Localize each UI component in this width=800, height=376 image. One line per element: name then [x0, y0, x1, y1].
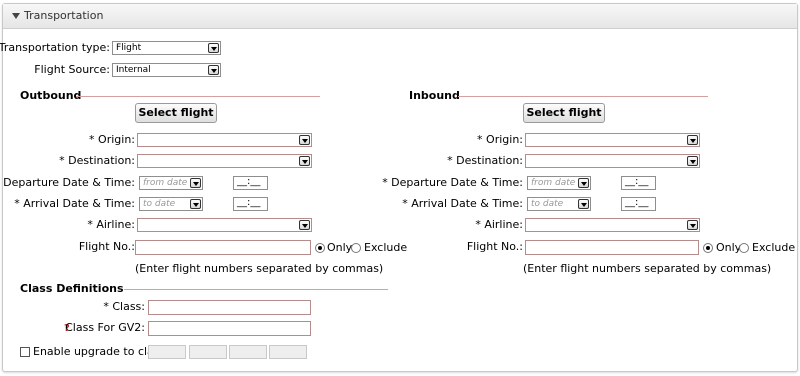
inbound-destination-label: * Destination: [447, 154, 523, 167]
collapse-triangle-icon[interactable] [12, 13, 20, 19]
outbound-arrival-date-placeholder: to date [143, 199, 176, 209]
chevron-down-icon[interactable] [687, 135, 698, 145]
inbound-only-radio[interactable] [703, 243, 713, 253]
outbound-flight-hint: (Enter flight numbers separated by comma… [135, 262, 384, 275]
inbound-only-label: Only [716, 241, 742, 254]
chevron-down-icon[interactable] [578, 178, 589, 188]
outbound-origin-select[interactable] [137, 133, 312, 147]
transport-type-select[interactable]: Flight [112, 41, 221, 55]
class-gv2-label: Class For GV2: [65, 321, 145, 334]
inbound-arrival-date-select[interactable]: to date [527, 197, 591, 211]
panel-header[interactable]: Transportation [3, 4, 797, 29]
inbound-airline-label: * Airline: [475, 218, 523, 231]
flight-source-value: Internal [116, 65, 151, 75]
outbound-section-title: Outbound [20, 89, 82, 102]
outbound-destination-select[interactable] [137, 154, 312, 168]
enable-upgrade-label: Enable upgrade to class [33, 345, 166, 358]
chevron-down-icon[interactable] [208, 65, 219, 75]
inbound-flight-hint: (Enter flight numbers separated by comma… [523, 262, 772, 275]
inbound-origin-select[interactable] [525, 133, 700, 147]
inbound-exclude-label: Exclude [752, 241, 796, 254]
outbound-exclude-radio[interactable] [351, 243, 361, 253]
inbound-flight-no-label: Flight No.: [466, 240, 523, 253]
transport-type-value: Flight [116, 43, 142, 53]
chevron-down-icon[interactable] [578, 199, 589, 209]
inbound-departure-time-input[interactable]: __:__ [621, 176, 656, 190]
outbound-divider [76, 96, 320, 97]
outbound-airline-label: * Airline: [87, 218, 135, 231]
upgrade-class-field-1[interactable] [148, 345, 186, 359]
upgrade-class-field-4[interactable] [269, 345, 307, 359]
outbound-departure-label: * Departure Date & Time: [0, 176, 135, 189]
inbound-origin-label: * Origin: [477, 133, 523, 146]
class-label: * Class: [103, 300, 145, 313]
outbound-arrival-date-select[interactable]: to date [139, 197, 203, 211]
outbound-only-label: Only [327, 241, 353, 254]
outbound-flight-no-label: Flight No.: [78, 240, 135, 253]
outbound-departure-date-placeholder: from date [143, 178, 188, 188]
chevron-down-icon[interactable] [687, 156, 698, 166]
chevron-down-icon[interactable] [190, 178, 201, 188]
outbound-select-flight-button[interactable]: Select flight [135, 103, 217, 123]
outbound-flight-no-input[interactable] [135, 240, 311, 255]
chevron-down-icon[interactable] [190, 199, 201, 209]
inbound-flight-no-input[interactable] [525, 240, 699, 255]
inbound-select-flight-button[interactable]: Select flight [523, 103, 605, 123]
inbound-section-title: Inbound [409, 89, 460, 102]
outbound-airline-select[interactable] [137, 218, 312, 232]
chevron-down-icon[interactable] [299, 135, 310, 145]
inbound-exclude-radio[interactable] [739, 243, 749, 253]
outbound-only-radio[interactable] [315, 243, 325, 253]
class-definitions-divider [124, 289, 388, 290]
chevron-down-icon[interactable] [687, 220, 698, 230]
inbound-divider [458, 96, 708, 97]
outbound-departure-time-input[interactable]: __:__ [233, 176, 268, 190]
inbound-arrival-date-placeholder: to date [531, 199, 564, 209]
outbound-departure-date-select[interactable]: from date [139, 176, 203, 190]
class-input[interactable] [148, 300, 311, 315]
class-gv2-input[interactable] [148, 321, 311, 336]
chevron-down-icon[interactable] [208, 43, 219, 53]
inbound-arrival-label: * Arrival Date & Time: [402, 197, 523, 210]
outbound-arrival-time-input[interactable]: __:__ [233, 197, 268, 211]
chevron-down-icon[interactable] [299, 220, 310, 230]
outbound-exclude-label: Exclude [364, 241, 408, 254]
outbound-destination-label: * Destination: [59, 154, 135, 167]
enable-upgrade-checkbox[interactable] [20, 347, 30, 357]
inbound-airline-select[interactable] [525, 218, 700, 232]
transport-type-label: Transportation type: [0, 41, 110, 54]
flight-source-label: Flight Source: [34, 63, 110, 76]
panel-title: Transportation [24, 9, 104, 22]
flight-source-select[interactable]: Internal [112, 63, 221, 77]
upgrade-class-field-3[interactable] [229, 345, 267, 359]
upgrade-class-field-2[interactable] [189, 345, 227, 359]
inbound-arrival-time-input[interactable]: __:__ [621, 197, 656, 211]
outbound-arrival-label: * Arrival Date & Time: [14, 197, 135, 210]
inbound-destination-select[interactable] [525, 154, 700, 168]
class-definitions-title: Class Definitions [20, 282, 124, 295]
chevron-down-icon[interactable] [299, 156, 310, 166]
outbound-origin-label: * Origin: [89, 133, 135, 146]
inbound-departure-date-placeholder: from date [531, 178, 576, 188]
inbound-departure-date-select[interactable]: from date [527, 176, 591, 190]
inbound-departure-label: * Departure Date & Time: [382, 176, 523, 189]
